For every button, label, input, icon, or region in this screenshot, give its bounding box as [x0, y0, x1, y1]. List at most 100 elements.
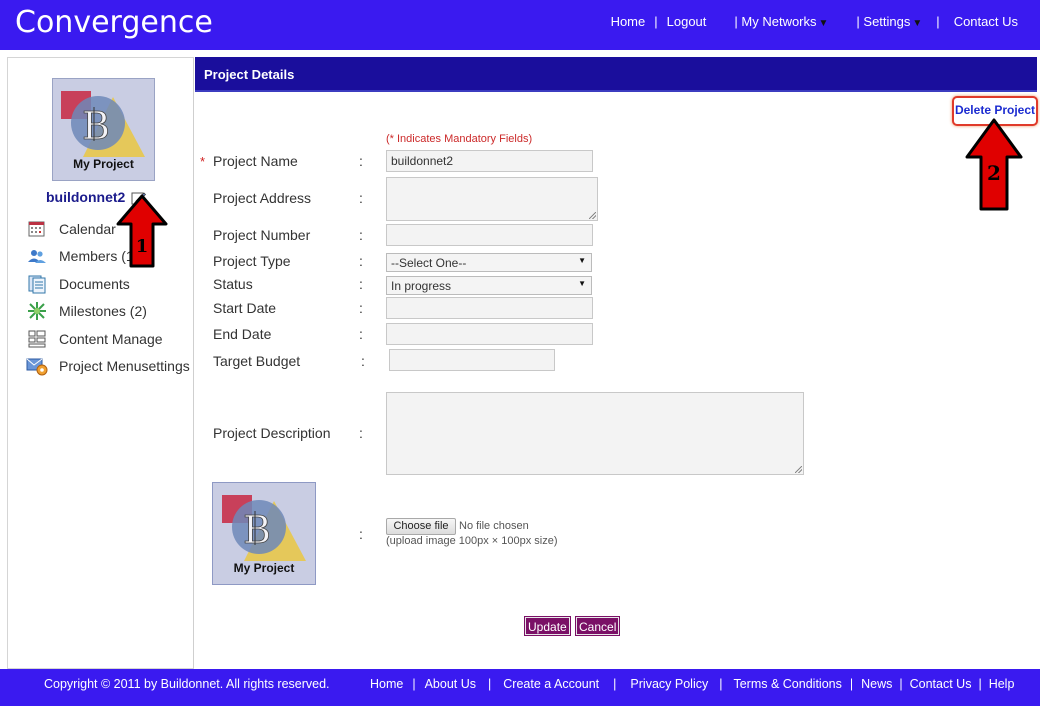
choose-file-button[interactable]: Choose file: [386, 518, 456, 535]
footer-link-terms[interactable]: Terms & Conditions: [733, 677, 841, 691]
colon: :: [359, 153, 363, 169]
top-nav: Home | Logout | My Networks ▼ | Settings ▼…: [611, 14, 1018, 29]
chevron-down-icon: ▼: [578, 256, 586, 265]
footer-separator: |: [849, 677, 854, 691]
project-description-textarea[interactable]: [386, 392, 804, 475]
project-description-label: Project Description: [213, 425, 331, 441]
project-logo-icon: B: [222, 495, 306, 561]
project-number-input[interactable]: [386, 224, 593, 246]
nav-my-networks-label: | My Networks: [734, 14, 817, 29]
nav-separator: |: [936, 14, 940, 29]
cancel-button[interactable]: Cancel: [574, 616, 621, 636]
project-name-label: Project Name: [213, 153, 298, 169]
nav-settings-menu[interactable]: | Settings ▼: [856, 14, 922, 29]
content-manage-icon: [28, 330, 46, 348]
colon: :: [359, 526, 363, 542]
colon: :: [359, 300, 363, 316]
sidebar-item-milestones[interactable]: Milestones (2): [26, 298, 190, 326]
copyright-text: Copyright © 2011 by Buildonnet. All righ…: [44, 677, 330, 691]
status-label: Status: [213, 276, 253, 292]
project-image-preview: B My Project: [212, 482, 316, 585]
annotation-number: 1: [136, 236, 149, 257]
annotation-arrow-up-icon: 2: [965, 118, 1023, 211]
nav-home-link[interactable]: Home: [611, 14, 646, 29]
footer-separator: |: [488, 677, 492, 691]
svg-text:B: B: [82, 104, 110, 148]
nav-contact-link[interactable]: Contact Us: [954, 14, 1018, 29]
footer-separator: |: [613, 677, 617, 691]
nav-my-networks-menu[interactable]: | My Networks ▼: [734, 14, 828, 29]
panel-title: Project Details: [204, 67, 295, 82]
start-date-input[interactable]: [386, 297, 593, 319]
update-button[interactable]: Update: [524, 616, 571, 636]
footer-separator: |: [412, 677, 416, 691]
file-status-text: No file chosen: [459, 520, 529, 532]
project-type-select[interactable]: --Select One-- ▼: [386, 253, 592, 272]
site-logo[interactable]: Convergence: [15, 5, 213, 40]
sidebar-item-content-manage[interactable]: Content Manage: [26, 325, 190, 353]
end-date-input[interactable]: [386, 323, 593, 345]
start-date-label: Start Date: [213, 300, 277, 316]
project-type-value: --Select One--: [391, 256, 467, 270]
target-budget-label: Target Budget: [213, 353, 301, 369]
colon: :: [361, 353, 365, 369]
footer-link-home[interactable]: Home: [370, 677, 403, 691]
footer-link-create-account[interactable]: Create a Account: [503, 677, 599, 691]
status-value: In progress: [391, 279, 452, 293]
colon: :: [359, 276, 363, 292]
project-type-label: Project Type: [213, 253, 291, 269]
project-number-label: Project Number: [213, 227, 311, 243]
sidebar-item-label: Documents: [59, 275, 130, 292]
menu-settings-icon: [26, 358, 48, 376]
colon: :: [359, 190, 363, 206]
mandatory-note: (* Indicates Mandatory Fields): [386, 133, 533, 145]
sidebar-item-label: Calendar: [59, 220, 116, 237]
sidebar-item-label: Milestones (2): [59, 303, 147, 320]
footer-separator: |: [719, 677, 723, 691]
colon: :: [359, 326, 363, 342]
resize-handle-icon[interactable]: [589, 212, 596, 219]
footer-separator: |: [978, 677, 982, 691]
image-caption: My Project: [233, 561, 295, 575]
footer-link-privacy-policy[interactable]: Privacy Policy: [630, 677, 708, 691]
sidebar-item-documents[interactable]: Documents: [26, 270, 190, 298]
target-budget-input[interactable]: [389, 349, 555, 371]
footer-link-news[interactable]: News: [861, 677, 892, 691]
sidebar-item-menu-settings[interactable]: Project Menusettings: [26, 353, 190, 381]
required-marker: *: [200, 154, 206, 169]
milestones-icon: [28, 302, 46, 321]
project-address-label: Project Address: [213, 190, 312, 206]
end-date-label: End Date: [213, 326, 272, 342]
nav-separator: |: [654, 14, 658, 29]
colon: :: [359, 425, 363, 441]
sidebar-project-name[interactable]: buildonnet2: [46, 189, 125, 205]
resize-handle-icon[interactable]: [795, 466, 802, 473]
footer-link-contact-us[interactable]: Contact Us: [910, 677, 972, 691]
upload-hint: (upload image 100px × 100px size): [386, 535, 558, 547]
project-thumbnail: B My Project: [52, 78, 155, 181]
colon: :: [359, 253, 363, 269]
footer-link-help[interactable]: Help: [989, 677, 1015, 691]
thumbnail-caption: My Project: [73, 157, 134, 171]
documents-icon: [28, 275, 46, 294]
status-select[interactable]: In progress ▼: [386, 276, 592, 295]
sidebar-item-label: Content Manage: [59, 330, 163, 347]
calendar-icon: [28, 221, 45, 237]
sidebar-item-label: Project Menusettings: [59, 358, 190, 375]
caret-down-icon: ▼: [818, 18, 829, 29]
top-header: Convergence Home | Logout | My Networks ▼…: [0, 0, 1040, 50]
colon: :: [359, 227, 363, 243]
nav-settings-label: | Settings: [856, 14, 911, 29]
project-name-input[interactable]: buildonnet2: [386, 150, 593, 172]
nav-logout-link[interactable]: Logout: [667, 14, 707, 29]
annotation-arrow-up-icon: 1: [116, 194, 168, 268]
footer-separator: |: [899, 677, 903, 691]
footer: Copyright © 2011 by Buildonnet. All righ…: [0, 669, 1040, 706]
project-address-textarea[interactable]: [386, 177, 598, 221]
panel-title-bar: Project Details: [195, 57, 1037, 92]
sidebar: B My Project buildonnet2 Calendar Member…: [7, 57, 194, 669]
footer-nav: Home | About Us | Create a Account | Privac…: [370, 677, 1014, 691]
footer-link-about-us[interactable]: About Us: [425, 677, 476, 691]
members-icon: [28, 250, 46, 264]
project-logo-icon: B: [61, 91, 145, 157]
